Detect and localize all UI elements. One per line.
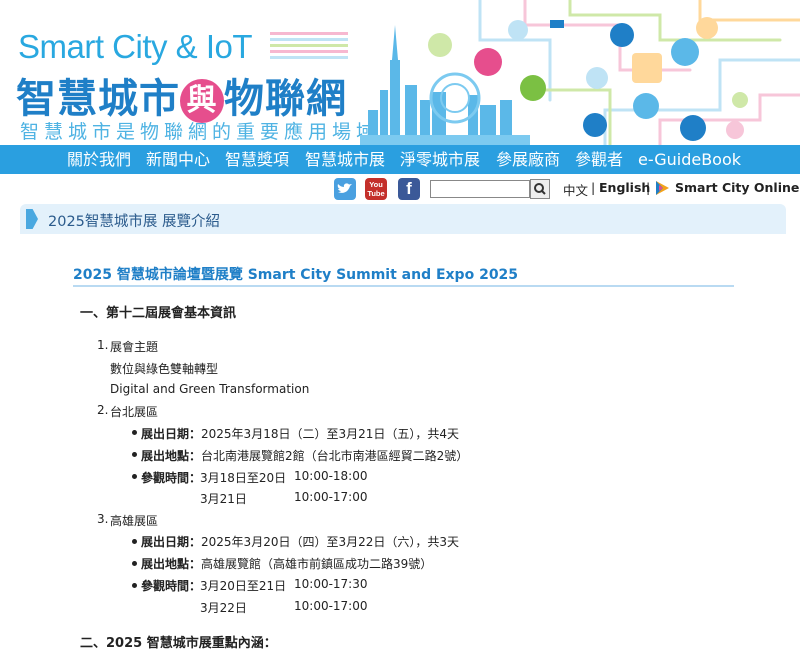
kaohsiung-heading: 高雄展區	[110, 514, 159, 528]
logo-chinese[interactable]: 智慧城市與物聯網	[16, 66, 347, 124]
kaohsiung-hours1-time: 10:00-17:30	[294, 577, 368, 591]
kaohsiung-hours-label: 參觀時間：	[141, 579, 202, 593]
chevron-right-icon	[26, 209, 38, 229]
title-divider	[73, 285, 734, 287]
kaohsiung-date-label: 展出日期：	[141, 535, 202, 549]
kaohsiung-hours2-date: 3月22日	[200, 601, 247, 615]
list-number: 3.	[97, 512, 109, 526]
taipei-venue: 台北南港展覽館2館（台北市南港區經貿二路2號）	[201, 449, 469, 463]
logo-tagline: 智慧城市是物聯網的重要應用場域	[20, 121, 381, 143]
list-number: 1.	[97, 338, 109, 352]
logo-zh-part-b: 物聯網	[224, 76, 347, 122]
kaohsiung-date: 2025年3月20日（四）至3月22日（六），共3天	[201, 535, 459, 549]
nav-net-zero-expo[interactable]: 淨零城市展	[400, 145, 480, 174]
lang-separator: |	[591, 180, 596, 195]
smart-city-online-link[interactable]: Smart City Online	[675, 180, 799, 195]
taipei-hours2-date: 3月21日	[200, 492, 247, 506]
twitter-icon[interactable]	[334, 178, 356, 200]
list-number: 2.	[97, 403, 109, 417]
nav-eguidebook[interactable]: e-GuideBook	[638, 145, 741, 174]
theme-zh: 數位與綠色雙軸轉型	[110, 362, 219, 376]
kaohsiung-date-row: 展出日期：2025年3月20日（四）至3月22日（六），共3天	[141, 533, 459, 550]
lang-chinese-link[interactable]: 中文	[563, 180, 588, 199]
taipei-hours2-time: 10:00-17:00	[294, 490, 368, 504]
search-icon	[534, 183, 546, 195]
taipei-venue-row: 展出地點：台北南港展覽館2館（台北市南港區經貿二路2號）	[141, 447, 468, 464]
taipei-hours-label: 參觀時間：	[141, 471, 202, 485]
lang-separator-2: |	[646, 180, 651, 195]
section-heading-highlights: 二、2025 智慧城市展重點內涵：	[80, 636, 277, 651]
taipei-date-label: 展出日期：	[141, 427, 202, 441]
nav-visitors[interactable]: 參觀者	[575, 145, 623, 174]
taipei-date: 2025年3月18日（二）至3月21日（五），共4天	[201, 427, 459, 441]
article-title: 2025 智慧城市論壇暨展覽 Smart City Summit and Exp…	[73, 267, 519, 283]
main-navigation: 關於我們 新聞中心 智慧獎項 智慧城市展 淨零城市展 參展廠商 參觀者 e-Gu…	[0, 145, 800, 174]
nav-news[interactable]: 新聞中心	[146, 145, 210, 174]
nav-exhibitors[interactable]: 參展廠商	[496, 145, 560, 174]
bullet-icon	[132, 583, 137, 588]
breadcrumb-title: 2025智慧城市展 展覽介紹	[48, 214, 221, 230]
bullet-icon	[132, 430, 137, 435]
bullet-icon	[132, 561, 137, 566]
play-logo-icon[interactable]	[654, 180, 670, 196]
bullet-icon	[132, 452, 137, 457]
kaohsiung-venue-row: 展出地點：高雄展覽館（高雄市前鎮區成功二路39號）	[141, 555, 432, 572]
facebook-icon[interactable]: f	[398, 178, 420, 200]
breadcrumb: 2025智慧城市展 展覽介紹	[20, 204, 786, 234]
kaohsiung-venue-label: 展出地點：	[141, 557, 202, 571]
taipei-date-row: 展出日期：2025年3月18日（二）至3月21日（五），共4天	[141, 425, 459, 442]
nav-smart-city-expo[interactable]: 智慧城市展	[305, 145, 385, 174]
bullet-icon	[132, 474, 137, 479]
youtube-icon[interactable]: You Tube	[365, 178, 387, 200]
skyline-illustration	[360, 0, 800, 145]
nav-awards[interactable]: 智慧獎項	[225, 145, 289, 174]
taipei-hours1-date: 3月18日至20日	[200, 471, 287, 485]
logo-english[interactable]: Smart City & IoT	[18, 28, 253, 66]
search-input[interactable]	[430, 180, 530, 198]
taipei-hours1-time: 10:00-18:00	[294, 469, 368, 483]
kaohsiung-hours1-date: 3月20日至21日	[200, 579, 287, 593]
utility-bar: You Tube f 中文 | English | Smart City Onl…	[0, 174, 800, 202]
lang-english-link[interactable]: English	[599, 180, 650, 195]
bullet-icon	[132, 539, 137, 544]
theme-heading: 展會主題	[110, 340, 159, 354]
kaohsiung-venue: 高雄展覽館（高雄市前鎮區成功二路39號）	[201, 557, 433, 571]
taipei-heading: 台北展區	[110, 405, 159, 419]
search-button[interactable]	[530, 179, 550, 199]
logo-stripes	[270, 32, 348, 62]
nav-about[interactable]: 關於我們	[67, 145, 131, 174]
logo-zh-part-a: 智慧城市	[16, 76, 180, 122]
site-banner: Smart City & IoT 智慧城市與物聯網 智慧城市是物聯網的重要應用場…	[0, 0, 800, 145]
kaohsiung-hours2-time: 10:00-17:00	[294, 599, 368, 613]
taipei-venue-label: 展出地點：	[141, 449, 202, 463]
theme-en: Digital and Green Transformation	[110, 382, 310, 396]
section-heading-basic-info: 一、第十二屆展會基本資訊	[80, 306, 237, 321]
